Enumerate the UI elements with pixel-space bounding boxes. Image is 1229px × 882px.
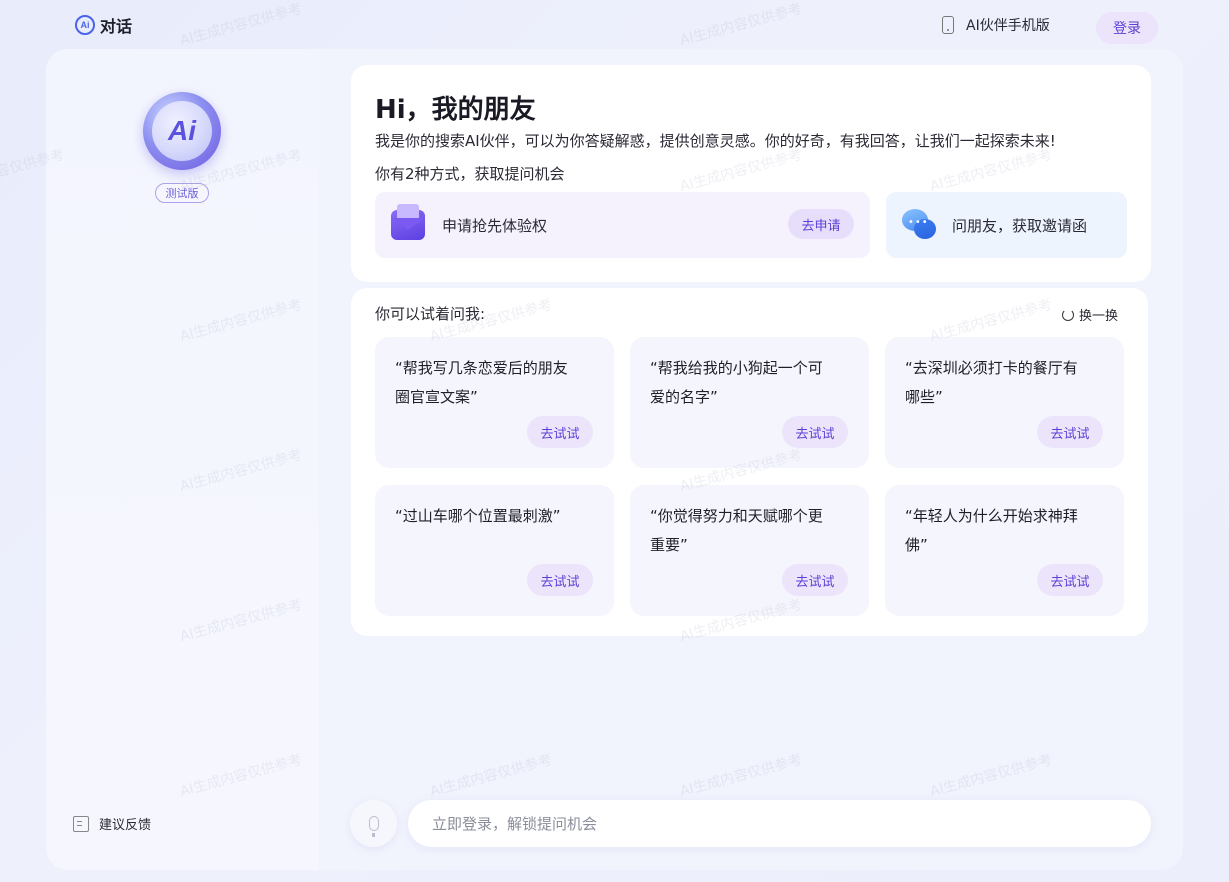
suggestion-text: “帮我写几条恋爱后的朋友圈官宣文案” [395,359,568,406]
refresh-button[interactable]: 换一换 [1061,305,1118,324]
try-button[interactable]: 去试试 [1037,416,1103,448]
app-shell: Ai 测试版 建议反馈 Hi，我的朋友 我是你的搜索AI伙伴，可以为你答疑解惑，… [46,49,1183,870]
suggestion-text: “你觉得努力和天赋哪个更重要” [650,507,823,554]
suggestion-card[interactable]: “去深圳必须打卡的餐厅有哪些” 去试试 [885,337,1124,468]
login-button[interactable]: 登录 [1096,12,1158,44]
try-button[interactable]: 去试试 [527,416,593,448]
sidebar: Ai 测试版 建议反馈 [46,49,319,870]
suggestion-text: “过山车哪个位置最刺激” [395,507,561,525]
mobile-app-label: AI伙伴手机版 [966,18,1050,34]
voice-input-button[interactable] [350,800,397,847]
suggestions-card: 你可以试着问我: 换一换 “帮我写几条恋爱后的朋友圈官宣文案” 去试试 “帮我给… [351,288,1148,636]
brand[interactable]: Ai 对话 [75,13,132,37]
apply-button[interactable]: 去申请 [788,209,854,239]
refresh-label: 换一换 [1078,309,1118,324]
mobile-app-link[interactable]: AI伙伴手机版 [942,15,1050,35]
suggestion-text: “年轻人为什么开始求神拜佛” [905,507,1078,554]
feedback-label: 建议反馈 [99,818,152,833]
ai-logo-icon: Ai [75,15,95,35]
beta-badge: 测试版 [155,183,209,203]
feedback-icon [73,815,89,832]
suggestion-text: “去深圳必须打卡的餐厅有哪些” [905,359,1078,406]
try-button[interactable]: 去试试 [782,416,848,448]
suggestion-text: “帮我给我的小狗起一个可爱的名字” [650,359,823,406]
main-panel: Hi，我的朋友 我是你的搜索AI伙伴，可以为你答疑解惑，提供创意灵感。你的好奇，… [319,49,1183,870]
suggestion-card[interactable]: “年轻人为什么开始求神拜佛” 去试试 [885,485,1124,616]
try-button[interactable]: 去试试 [1037,564,1103,596]
phone-icon [942,16,954,34]
suggestions-title: 你可以试着问我: [375,305,486,323]
suggestion-card[interactable]: “你觉得努力和天赋哪个更重要” 去试试 [630,485,869,616]
ask-friend-label: 问朋友，获取邀请函 [952,216,1088,235]
refresh-icon [1061,308,1074,321]
microphone-icon [368,816,379,837]
page-title: Hi，我的朋友 [375,95,536,125]
envelope-icon [391,204,425,240]
ways-text: 你有2种方式，获取提问机会 [375,165,565,183]
ai-avatar-icon: Ai [152,101,212,161]
suggestion-card[interactable]: “帮我给我的小狗起一个可爱的名字” 去试试 [630,337,869,468]
welcome-card: Hi，我的朋友 我是你的搜索AI伙伴，可以为你答疑解惑，提供创意灵感。你的好奇，… [351,65,1151,282]
intro-text: 我是你的搜索AI伙伴，可以为你答疑解惑，提供创意灵感。你的好奇，有我回答，让我们… [375,132,1056,150]
try-button[interactable]: 去试试 [782,564,848,596]
suggestion-card[interactable]: “过山车哪个位置最刺激” 去试试 [375,485,614,616]
apply-label: 申请抢先体验权 [442,216,548,235]
ask-friend-option[interactable]: ••• 问朋友，获取邀请函 [886,192,1127,258]
avatar: Ai [143,92,221,170]
chat-input[interactable] [408,800,1151,847]
chat-bubble-icon: ••• [902,209,936,241]
apply-early-access-option[interactable]: 申请抢先体验权 去申请 [375,192,870,258]
try-button[interactable]: 去试试 [527,564,593,596]
brand-title: 对话 [100,17,133,36]
top-bar: Ai 对话 AI伙伴手机版 登录 [0,0,1229,48]
feedback-button[interactable]: 建议反馈 [73,814,151,833]
suggestion-card[interactable]: “帮我写几条恋爱后的朋友圈官宣文案” 去试试 [375,337,614,468]
